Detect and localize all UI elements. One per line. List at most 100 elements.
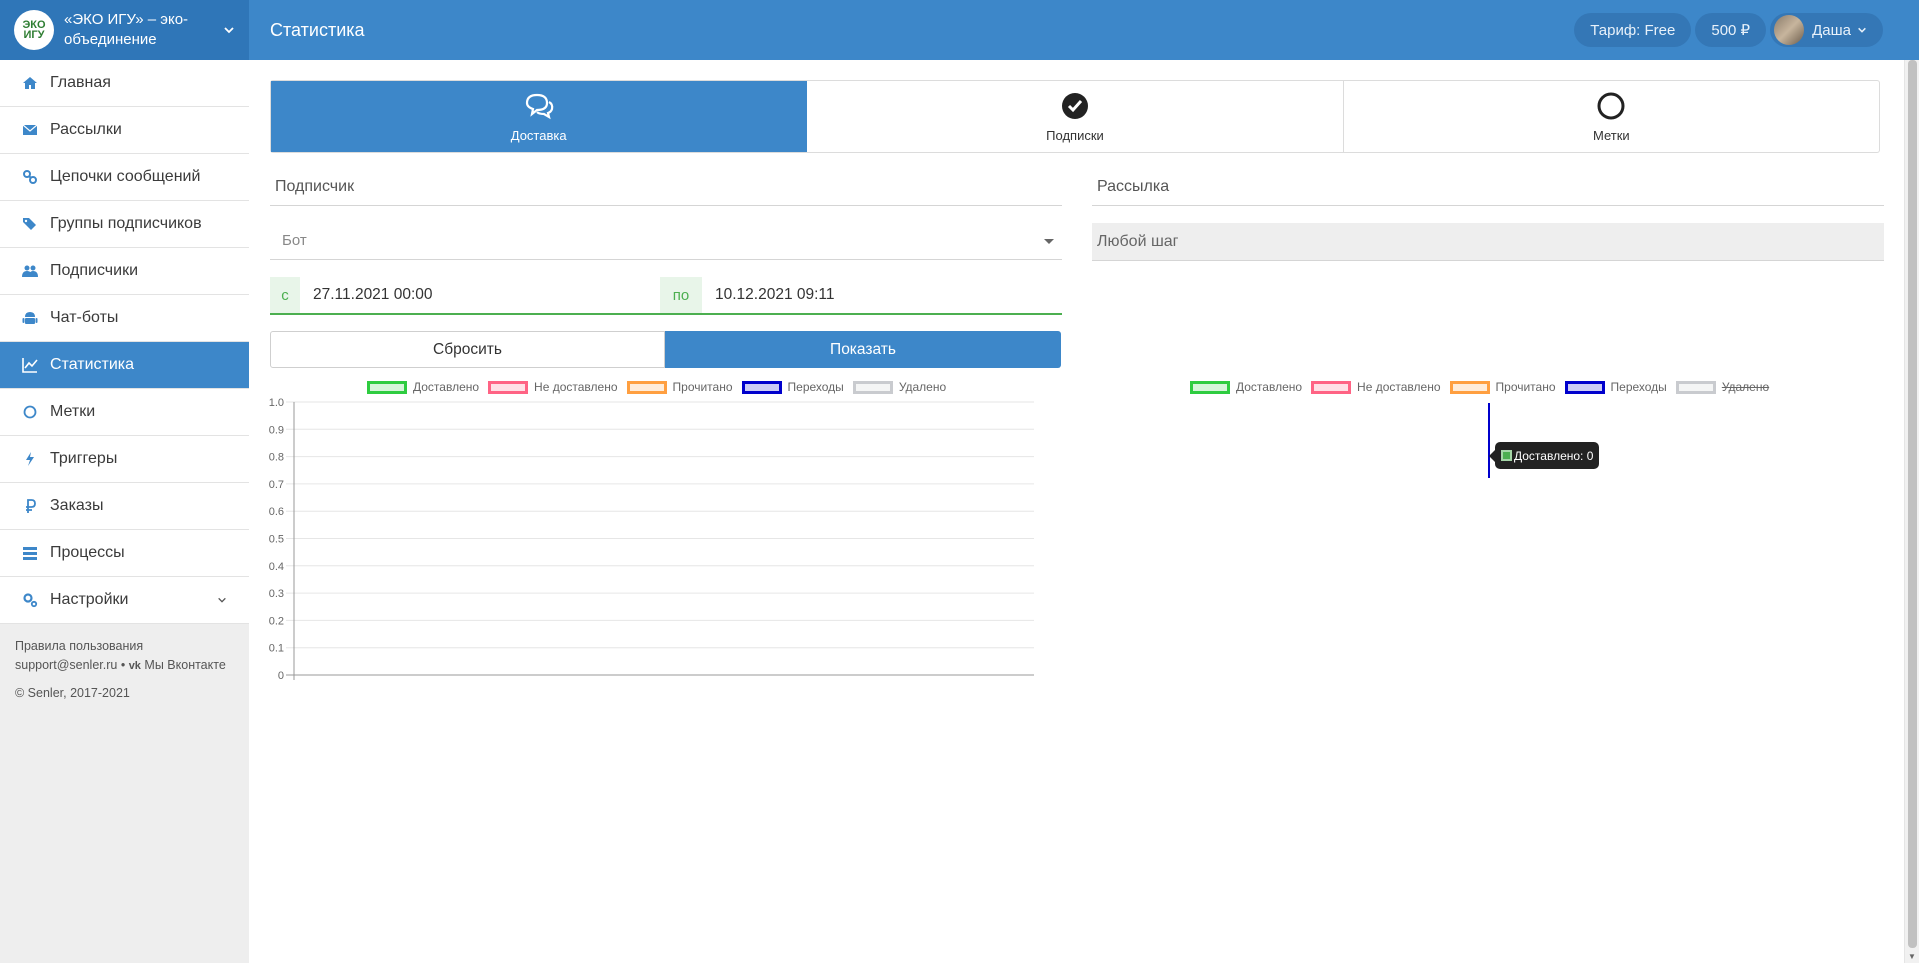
sidebar-item-triggers[interactable]: Триггеры	[0, 436, 249, 483]
y-tick-label: 0.5	[269, 534, 284, 546]
users-icon	[22, 263, 38, 279]
chevron-down-icon	[1858, 27, 1866, 33]
chevron-down-icon	[224, 27, 234, 34]
page-title: Статистика	[270, 20, 365, 40]
footer-separator: •	[120, 658, 126, 672]
user-menu[interactable]: Даша	[1770, 13, 1883, 47]
y-tick-label: 0.8	[269, 452, 284, 464]
legend-item[interactable]: Не доставлено	[488, 380, 618, 394]
main-content: Доставка Подписки Метки Подписчик Бот Ра…	[249, 60, 1904, 963]
copyright: © Senler, 2017-2021	[15, 686, 130, 700]
scrollbar-thumb[interactable]	[1908, 60, 1917, 948]
legend-item[interactable]: Удалено	[1675, 380, 1770, 394]
tooltip-swatch	[1501, 450, 1512, 461]
y-tick-label: 0.7	[269, 479, 284, 491]
sidebar-menu: Главная Рассылки Цепочки сообщений Групп…	[0, 60, 249, 624]
sidebar-item-orders[interactable]: Заказы	[0, 483, 249, 530]
legend-item[interactable]: Прочитано	[626, 380, 733, 394]
avatar	[1774, 15, 1805, 45]
legend-label: Доставлено	[413, 380, 480, 394]
legend-item[interactable]: Удалено	[852, 380, 947, 394]
sidebar-item-label: Подписчики	[50, 262, 139, 279]
scroll-down-arrow-icon[interactable]: ▼	[1908, 952, 1916, 961]
legend-item[interactable]: Переходы	[741, 380, 844, 394]
chart-icon	[22, 357, 38, 373]
sidebar-item-subscribers[interactable]: Подписчики	[0, 248, 249, 295]
sidebar-item-label: Процессы	[50, 544, 125, 561]
balance-badge[interactable]: 500 ₽	[1695, 13, 1767, 47]
sidebar-item-tags[interactable]: Метки	[0, 389, 249, 436]
sidebar-item-label: Заказы	[50, 497, 104, 514]
support-email-link[interactable]: support@senler.ru	[15, 658, 117, 672]
brand-switcher[interactable]: ЭКО ИГУ «ЭКО ИГУ» – эко-объединение	[0, 0, 249, 60]
cogs-icon	[22, 592, 38, 608]
brand-logo: ЭКО ИГУ	[14, 10, 54, 50]
chart-legend-left: Доставлено Не доставлено Прочитано Переходы…	[367, 380, 955, 394]
top-bar: ЭКО ИГУ «ЭКО ИГУ» – эко-объединение Стат…	[0, 0, 1919, 60]
sidebar-footer: Правила пользования support@senler.ru • …	[0, 624, 249, 716]
y-tick-label: 0	[278, 670, 284, 682]
sidebar: Главная Рассылки Цепочки сообщений Групп…	[0, 60, 249, 963]
chevron-down-icon	[218, 597, 226, 603]
legend-label: Не доставлено	[1357, 380, 1441, 394]
sidebar-item-groups[interactable]: Группы подписчиков	[0, 201, 249, 248]
legend-swatch	[1675, 380, 1716, 394]
legend-swatch	[1449, 380, 1490, 394]
chart-tooltip: Доставлено: 0	[1488, 442, 1600, 469]
link-icon	[22, 169, 38, 185]
y-tick-label: 0.3	[269, 588, 284, 600]
legend-swatch	[741, 380, 782, 394]
user-name: Даша	[1812, 21, 1851, 39]
sidebar-item-settings[interactable]: Настройки	[0, 577, 249, 624]
sidebar-item-label: Метки	[50, 403, 96, 420]
scrollbar[interactable]: ▼	[1904, 60, 1919, 963]
sidebar-item-home[interactable]: Главная	[0, 60, 249, 107]
legend-label: Не доставлено	[534, 380, 618, 394]
legend-swatch	[488, 380, 529, 394]
bolt-icon	[22, 451, 38, 467]
y-tick-label: 0.1	[269, 643, 284, 655]
tasks-icon	[22, 545, 38, 561]
sidebar-item-label: Чат-боты	[50, 309, 119, 326]
y-tick-label: 0.2	[269, 615, 284, 627]
terms-link[interactable]: Правила пользования	[15, 639, 143, 653]
sidebar-item-label: Главная	[50, 74, 111, 91]
legend-item[interactable]: Прочитано	[1449, 380, 1556, 394]
sidebar-item-label: Рассылки	[50, 121, 122, 138]
legend-swatch	[1311, 380, 1352, 394]
sidebar-item-processes[interactable]: Процессы	[0, 530, 249, 577]
legend-label: Прочитано	[1495, 380, 1556, 394]
envelope-icon	[22, 122, 38, 138]
y-tick-label: 0.9	[269, 424, 284, 436]
y-tick-label: 0.6	[269, 506, 284, 518]
legend-label: Переходы	[1610, 380, 1667, 394]
android-icon	[22, 310, 38, 326]
sidebar-item-label: Статистика	[50, 356, 135, 373]
legend-swatch	[852, 380, 893, 394]
home-icon	[22, 75, 38, 91]
legend-swatch	[626, 380, 667, 394]
brand-name: «ЭКО ИГУ» – эко-объединение	[64, 11, 189, 48]
sidebar-item-label: Настройки	[50, 591, 129, 608]
legend-label: Удалено	[1721, 380, 1770, 394]
sidebar-item-statistics[interactable]: Статистика	[0, 342, 249, 389]
sidebar-item-mailings[interactable]: Рассылки	[0, 107, 249, 154]
vk-link[interactable]: Мы Вконтакте	[144, 658, 225, 672]
legend-label: Удалено	[898, 380, 947, 394]
tags-icon	[22, 216, 38, 232]
legend-item[interactable]: Доставлено	[1190, 380, 1302, 394]
vk-icon: vk	[128, 660, 141, 672]
legend-item[interactable]: Переходы	[1564, 380, 1667, 394]
brand-logo-text: ЭКО ИГУ	[22, 19, 46, 41]
legend-item[interactable]: Доставлено	[367, 380, 479, 394]
chart-legend-right: Доставлено Не доставлено Прочитано Переходы…	[1190, 380, 1778, 394]
legend-item[interactable]: Не доставлено	[1311, 380, 1441, 394]
legend-label: Доставлено	[1236, 380, 1303, 394]
sidebar-item-chatbots[interactable]: Чат-боты	[0, 295, 249, 342]
circle-icon	[22, 404, 38, 420]
y-tick-label: 0.4	[269, 561, 284, 573]
legend-label: Переходы	[787, 380, 844, 394]
sidebar-item-label: Группы подписчиков	[50, 215, 202, 232]
tariff-badge[interactable]: Тариф: Free	[1574, 13, 1692, 47]
sidebar-item-chains[interactable]: Цепочки сообщений	[0, 154, 249, 201]
